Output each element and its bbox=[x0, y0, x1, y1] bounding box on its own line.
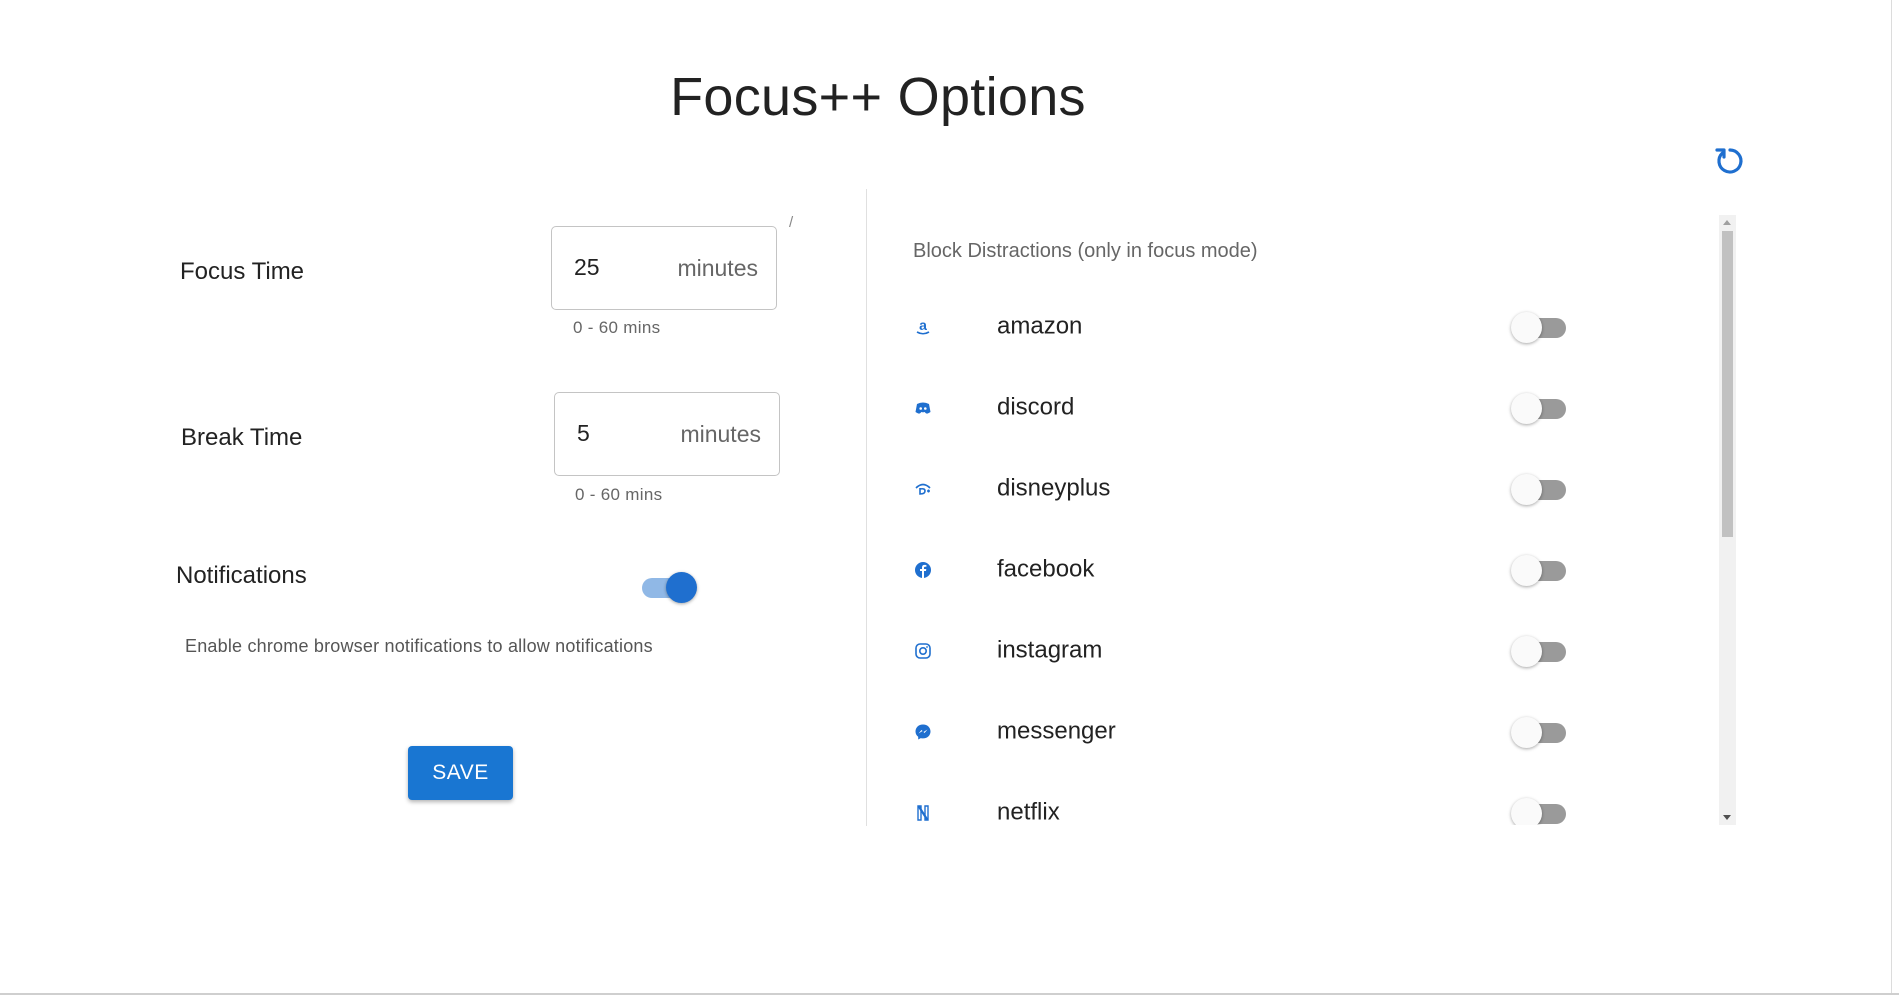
svg-text:a: a bbox=[919, 318, 927, 333]
column-divider bbox=[866, 189, 867, 826]
reset-button[interactable] bbox=[1713, 143, 1747, 177]
amazon-icon: a bbox=[913, 317, 933, 337]
site-name: facebook bbox=[997, 554, 1095, 582]
block-distractions-heading: Block Distractions (only in focus mode) bbox=[913, 240, 1258, 262]
messenger-icon bbox=[913, 722, 933, 742]
instagram-icon bbox=[913, 641, 933, 661]
toggle-thumb bbox=[1511, 311, 1542, 343]
site-name: netflix bbox=[997, 797, 1060, 825]
facebook-icon bbox=[913, 560, 933, 580]
scroll-up-arrow-icon[interactable] bbox=[1723, 220, 1731, 225]
scrollbar-thumb[interactable] bbox=[1722, 231, 1733, 537]
site-name: discord bbox=[997, 392, 1075, 420]
toggle-thumb bbox=[666, 572, 697, 603]
site-row-discord: discord bbox=[913, 367, 1703, 448]
break-time-helper: 0 - 60 mins bbox=[575, 485, 663, 504]
notifications-toggle[interactable] bbox=[639, 570, 697, 604]
save-button[interactable]: SAVE bbox=[408, 746, 513, 800]
toggle-thumb bbox=[1511, 797, 1542, 825]
break-time-field[interactable]: minutes bbox=[554, 392, 780, 476]
notifications-label: Notifications bbox=[176, 562, 307, 589]
toggle-thumb bbox=[1511, 716, 1542, 748]
netflix-toggle[interactable] bbox=[1511, 796, 1569, 825]
focus-time-input[interactable] bbox=[574, 254, 654, 281]
site-row-instagram: instagram bbox=[913, 610, 1703, 691]
stray-slash: / bbox=[789, 214, 794, 231]
toggle-thumb bbox=[1511, 473, 1542, 505]
toggle-thumb bbox=[1511, 635, 1542, 667]
scroll-down-arrow-icon[interactable] bbox=[1723, 815, 1731, 820]
page-title: Focus++ Options bbox=[670, 67, 1086, 127]
site-row-messenger: messenger bbox=[913, 691, 1703, 772]
toggle-thumb bbox=[1511, 554, 1542, 586]
reset-icon bbox=[1715, 148, 1743, 174]
instagram-toggle[interactable] bbox=[1511, 634, 1569, 668]
site-name: messenger bbox=[997, 716, 1116, 744]
notifications-helper: Enable chrome browser notifications to a… bbox=[185, 636, 653, 656]
facebook-toggle[interactable] bbox=[1511, 553, 1569, 587]
break-time-label: Break Time bbox=[181, 424, 303, 451]
disneyplus-icon bbox=[913, 479, 933, 499]
site-row-disneyplus: disneyplus bbox=[913, 448, 1703, 529]
block-distractions-panel[interactable]: Block Distractions (only in focus mode) … bbox=[880, 215, 1737, 825]
focus-time-field[interactable]: minutes bbox=[551, 226, 777, 310]
window-bottom-edge bbox=[0, 993, 1899, 997]
amazon-toggle[interactable] bbox=[1511, 310, 1569, 344]
messenger-toggle[interactable] bbox=[1511, 715, 1569, 749]
site-row-amazon: a amazon bbox=[913, 286, 1703, 367]
site-name: disneyplus bbox=[997, 473, 1111, 501]
site-row-facebook: facebook bbox=[913, 529, 1703, 610]
netflix-icon bbox=[913, 803, 933, 823]
site-name: instagram bbox=[997, 635, 1103, 663]
disneyplus-toggle[interactable] bbox=[1511, 472, 1569, 506]
break-time-unit: minutes bbox=[680, 421, 761, 447]
discord-toggle[interactable] bbox=[1511, 391, 1569, 425]
site-name: amazon bbox=[997, 311, 1083, 339]
discord-icon bbox=[913, 398, 933, 418]
focus-time-unit: minutes bbox=[677, 255, 758, 281]
site-row-netflix: netflix bbox=[913, 772, 1703, 825]
panel-scrollbar[interactable] bbox=[1719, 215, 1736, 825]
break-time-input[interactable] bbox=[577, 420, 657, 447]
focus-time-helper: 0 - 60 mins bbox=[573, 318, 661, 337]
focus-time-label: Focus Time bbox=[180, 258, 305, 285]
toggle-thumb bbox=[1511, 392, 1542, 424]
window-edge bbox=[1891, 0, 1899, 997]
